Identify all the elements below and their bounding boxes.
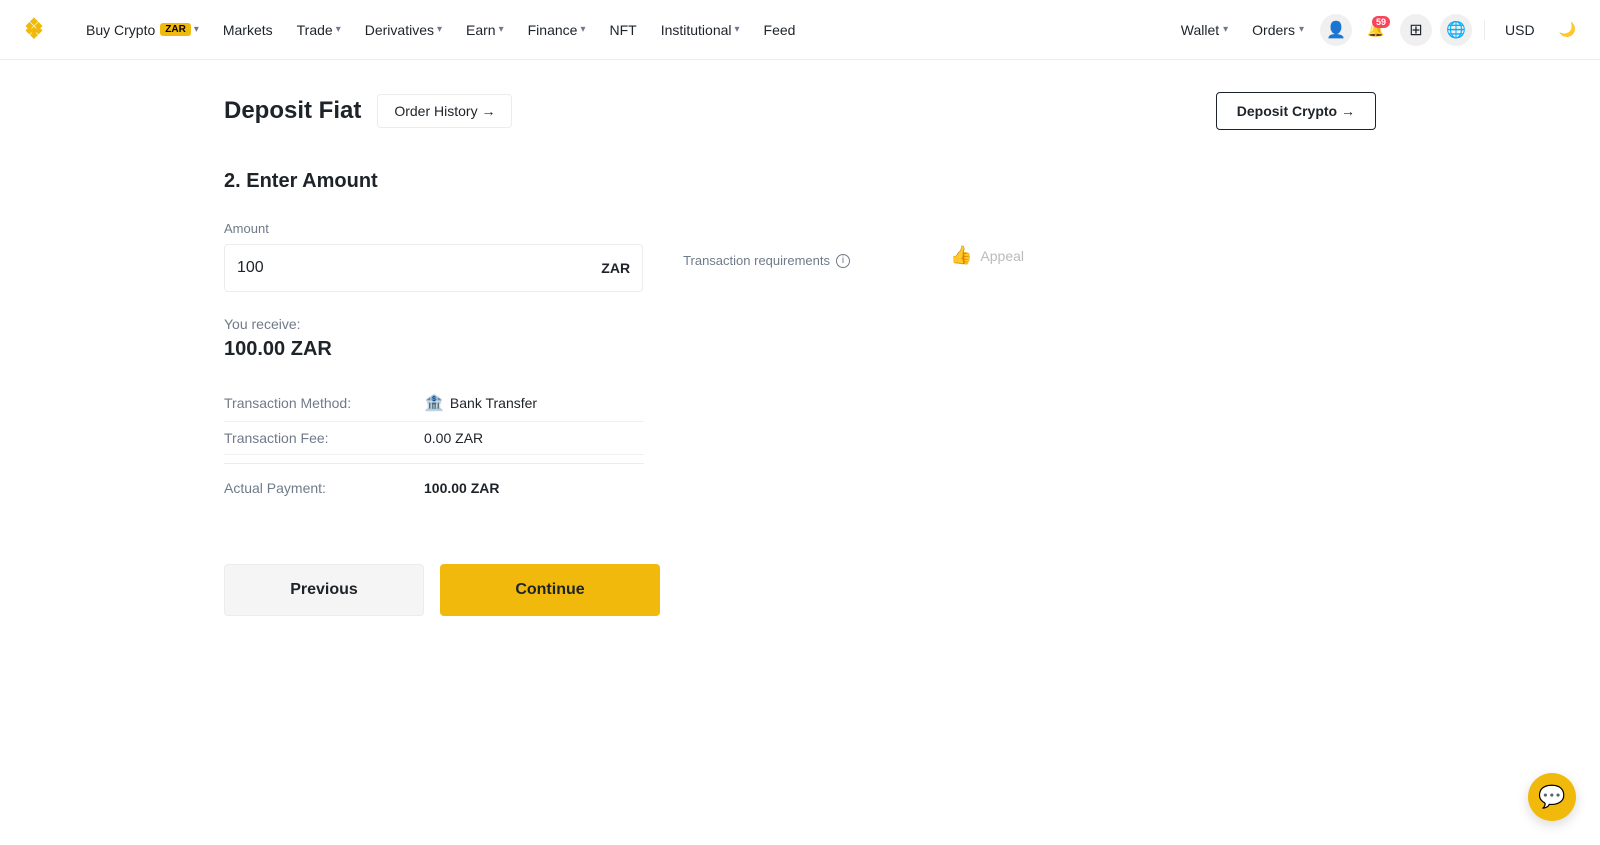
nav-orders[interactable]: Orders ▾ [1244,16,1312,44]
details-section: Transaction Method: 🏦 Bank Transfer Tran… [224,385,644,504]
transaction-method-label: Transaction Method: [224,395,424,411]
page-header-left: Deposit Fiat Order History → [224,94,512,128]
nav-finance[interactable]: Finance ▾ [518,16,596,44]
amount-input-wrap[interactable]: ZAR [224,244,643,292]
chevron-down-icon: ▾ [437,24,442,35]
you-receive-amount: 100.00 ZAR [224,338,1024,361]
transaction-method-value: 🏦 Bank Transfer [424,393,537,413]
chevron-down-icon: ▾ [1223,24,1228,35]
detail-separator [224,463,644,464]
nav-buy-crypto[interactable]: Buy Crypto ZAR ▾ [76,16,209,44]
nav-nft[interactable]: NFT [599,16,646,44]
appeal: 👍 Appeal [950,241,1024,266]
transaction-fee-value: 0.00 ZAR [424,430,483,446]
appeal-label: Appeal [980,248,1024,264]
chevron-down-icon: ▾ [499,24,504,35]
nav-markets[interactable]: Markets [213,16,283,44]
chevron-down-icon: ▾ [1299,24,1304,35]
currency-label: ZAR [601,260,630,276]
page-title: Deposit Fiat [224,97,361,125]
button-row: Previous Continue [224,564,1024,616]
chat-bubble-button[interactable]: 💬 [1528,773,1576,821]
appeal-section: 👍 Appeal [950,221,1024,266]
actual-payment-label: Actual Payment: [224,480,424,496]
transaction-fee-row: Transaction Fee: 0.00 ZAR [224,422,644,455]
chevron-down-icon: ▾ [194,24,199,35]
notification-button[interactable]: 🔔 59 [1360,14,1392,46]
nav-feed[interactable]: Feed [754,16,806,44]
page-header: Deposit Fiat Order History → Deposit Cry… [224,92,1376,130]
actual-payment-row: Actual Payment: 100.00 ZAR [224,472,644,504]
nav-items: Buy Crypto ZAR ▾ Markets Trade ▾ Derivat… [76,16,1173,44]
nav-wallet[interactable]: Wallet ▾ [1173,16,1236,44]
info-icon[interactable]: i [836,254,850,268]
binance-logo-icon [16,12,52,48]
section-title: 2. Enter Amount [224,170,1024,193]
amount-group: Amount ZAR [224,221,643,292]
amount-label: Amount [224,221,643,236]
nav-divider [1484,20,1485,40]
content-section: 2. Enter Amount Amount ZAR Transaction r… [224,170,1024,616]
nav-institutional[interactable]: Institutional ▾ [651,16,750,44]
nav-right: Wallet ▾ Orders ▾ 👤 🔔 59 ⊞ 🌐 USD 🌙 [1173,14,1584,46]
amount-input[interactable] [237,259,601,277]
order-history-button[interactable]: Order History → [377,94,512,128]
chat-icon: 💬 [1538,784,1565,810]
bank-icon: 🏦 [424,393,444,413]
continue-button[interactable]: Continue [440,564,660,616]
navbar: Buy Crypto ZAR ▾ Markets Trade ▾ Derivat… [0,0,1600,60]
chevron-down-icon: ▾ [580,24,585,35]
tx-requirements-section: Transaction requirements i [683,221,850,268]
actual-payment-value: 100.00 ZAR [424,480,499,496]
nav-earn[interactable]: Earn ▾ [456,16,514,44]
thumbs-up-icon: 👍 [950,245,972,266]
you-receive-label: You receive: [224,316,1024,332]
deposit-crypto-button[interactable]: Deposit Crypto → [1216,92,1376,130]
nav-trade[interactable]: Trade ▾ [287,16,351,44]
receive-section: You receive: 100.00 ZAR [224,316,1024,361]
globe-icon[interactable]: 🌐 [1440,14,1472,46]
tx-requirements: Transaction requirements i [683,249,850,268]
chevron-down-icon: ▾ [735,24,740,35]
tx-requirements-label: Transaction requirements [683,253,830,268]
chevron-down-icon: ▾ [336,24,341,35]
nav-theme-toggle[interactable]: 🌙 [1551,15,1584,44]
qr-code-icon[interactable]: ⊞ [1400,14,1432,46]
amount-row: Amount ZAR Transaction requirements i 👍 … [224,221,1024,292]
page-container: Deposit Fiat Order History → Deposit Cry… [200,60,1400,648]
nav-currency[interactable]: USD [1497,16,1543,44]
profile-icon[interactable]: 👤 [1320,14,1352,46]
transaction-method-row: Transaction Method: 🏦 Bank Transfer [224,385,644,422]
transaction-fee-label: Transaction Fee: [224,430,424,446]
nav-derivatives[interactable]: Derivatives ▾ [355,16,452,44]
logo[interactable] [16,12,52,48]
previous-button[interactable]: Previous [224,564,424,616]
